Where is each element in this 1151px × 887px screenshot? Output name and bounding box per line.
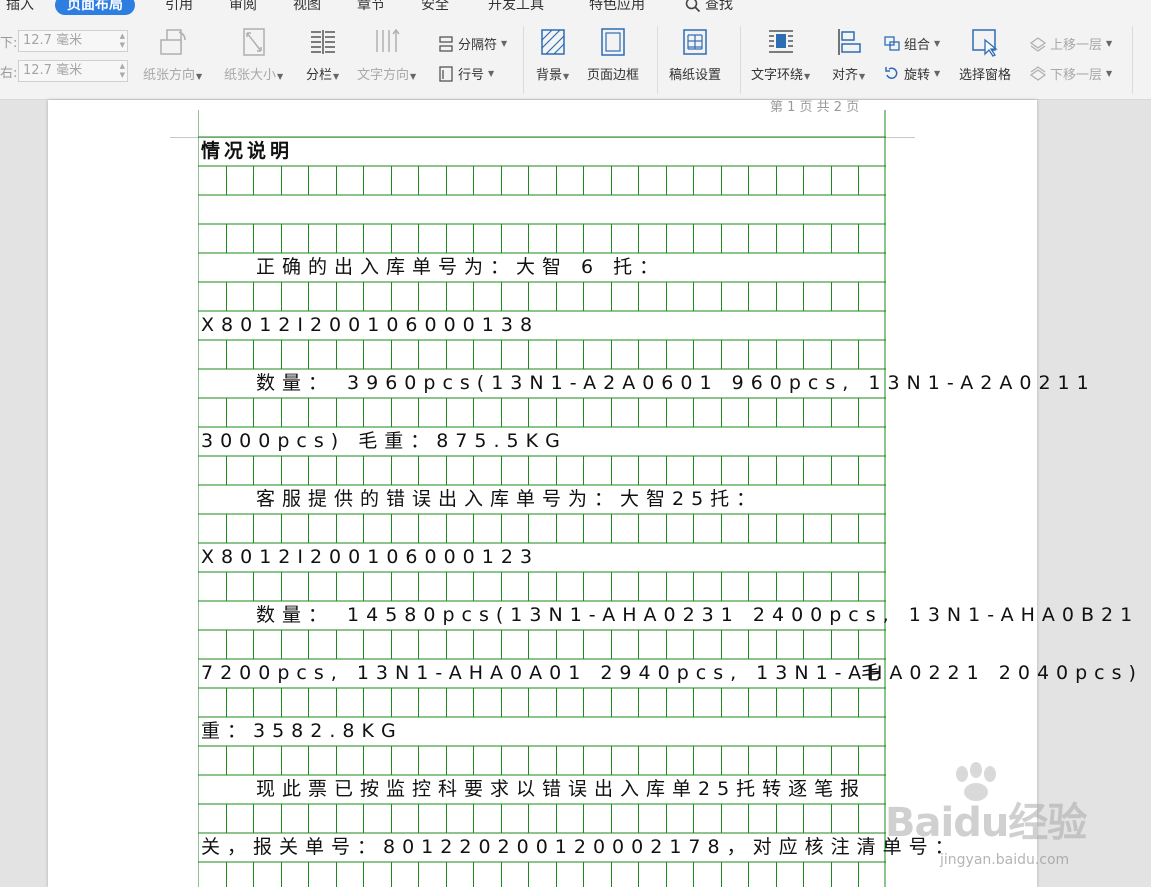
background-button[interactable]: 背景▼ (536, 26, 569, 83)
document-line: X8012I200106000138 (201, 313, 540, 336)
send-backward-button[interactable]: 下移一层 ▼ (1029, 64, 1112, 83)
document-line: 数量： 3960pcs(13N1-A2A0601 960pcs, 13N1-A2… (256, 371, 1096, 394)
selection-pane-button[interactable]: 选择窗格 (959, 26, 1011, 83)
rotate-button[interactable]: 旋转 ▼ (883, 64, 940, 83)
paper-size-button[interactable]: 纸张大小▼ (224, 26, 283, 83)
tab-search[interactable]: 查找 (685, 0, 733, 15)
tab-security[interactable]: 安全 (421, 0, 449, 15)
line-numbers-icon (439, 65, 453, 82)
group-button[interactable]: 组合 ▼ (883, 34, 940, 53)
tab-insert[interactable]: 插入 (6, 0, 34, 15)
text-direction-button[interactable]: 文字方向▼ (357, 26, 416, 83)
breaks-label: 分隔符 (458, 38, 498, 53)
align-label: 对齐 (832, 68, 859, 83)
margin-bottom-field[interactable]: 下: 12.7 毫米 ▲ ▼ (0, 30, 128, 52)
document-line: 客服提供的错误出入库单号为：大智25托： (256, 487, 763, 510)
rotate-icon (885, 66, 898, 79)
tab-section[interactable]: 章节 (357, 0, 385, 15)
bring-forward-icon (1029, 36, 1047, 52)
group-label: 组合 (904, 38, 931, 53)
page-border-button[interactable]: 页面边框 (587, 26, 639, 83)
ribbon-tabs: 插入 页面布局 引用 审阅 视图 章节 安全 开发工具 特色应用 查找 (0, 0, 1151, 16)
bring-forward-label: 上移一层 (1050, 38, 1103, 53)
paper-size-label: 纸张大小 (224, 68, 277, 83)
baidu-jingyan-watermark: Baidu经验 jingyan.baidu.com (880, 762, 1100, 882)
document-line: 数量： 14580pcs(13N1-AHA0231 2400pcs, 13N1-… (256, 603, 1140, 626)
columns-icon (310, 30, 335, 54)
rotate-label: 旋转 (904, 68, 931, 83)
tab-view[interactable]: 视图 (293, 0, 321, 15)
send-backward-label: 下移一层 (1050, 68, 1103, 83)
columns-label: 分栏 (306, 68, 333, 83)
document-line: 关，报关单号：801220200120002178，对应核注清单号： (201, 835, 961, 858)
page-border-icon (601, 28, 625, 56)
text-direction-icon (375, 28, 400, 52)
tab-review[interactable]: 审阅 (229, 0, 257, 15)
text-wrap-label: 文字环绕 (751, 68, 804, 83)
text-wrap-button[interactable]: 文字环绕▼ (751, 26, 810, 83)
document-line: 现此票已按监控科要求以错误出入库单25托转逐笔报 (256, 777, 867, 800)
margin-bottom-label: 下: (0, 35, 18, 51)
columns-button[interactable]: 分栏▼ (306, 26, 339, 83)
send-backward-icon (1029, 65, 1047, 81)
document-line: 3000pcs) 毛重：875.5KG (201, 429, 567, 452)
tab-special-apps[interactable]: 特色应用 (589, 0, 645, 15)
margin-right-input[interactable]: 12.7 毫米 ▲ ▼ (18, 60, 128, 82)
background-icon (540, 29, 565, 55)
watermark-text: Baidu经验 (885, 800, 1087, 846)
spinner-icon[interactable]: ▲ ▼ (120, 62, 125, 80)
manuscript-settings-button[interactable]: 稿纸设置 (669, 26, 721, 83)
line-numbers-label: 行号 (458, 68, 485, 83)
margin-bottom-value: 12.7 毫米 (23, 33, 83, 48)
align-button[interactable]: 对齐▼ (832, 26, 865, 83)
toolbar-divider (740, 26, 741, 94)
selection-pane-icon (972, 29, 998, 57)
margin-right-value: 12.7 毫米 (23, 63, 83, 78)
text-wrap-icon (768, 30, 793, 53)
background-label: 背景 (536, 68, 563, 83)
document-line: 重：3582.8KG (201, 719, 403, 742)
toolbar-divider (657, 26, 658, 94)
manuscript-settings-label: 稿纸设置 (669, 68, 722, 83)
page-border-label: 页面边框 (587, 68, 640, 83)
group-icon (884, 35, 900, 51)
breaks-button[interactable]: 分隔符 ▼ (437, 34, 507, 53)
margin-right-field[interactable]: 右: 12.7 毫米 ▲ ▼ (0, 60, 128, 82)
margin-bottom-input[interactable]: 12.7 毫米 ▲ ▼ (18, 30, 128, 52)
document-line: 正确的出入库单号为：大智 6 托： (256, 255, 666, 278)
line-numbers-button[interactable]: 行号 ▼ (437, 64, 494, 83)
document-line: X8012I200106000123 (201, 545, 540, 568)
orientation-label: 纸张方向 (143, 68, 196, 83)
tab-developer[interactable]: 开发工具 (488, 0, 544, 15)
toolbar-divider (523, 26, 524, 94)
tab-references[interactable]: 引用 (165, 0, 193, 15)
document-line: 毛 (861, 661, 888, 684)
document-line: 7200pcs, 13N1-AHA0A01 2940pcs, 13N1-AHA0… (201, 661, 1143, 684)
spinner-icon[interactable]: ▲ ▼ (120, 32, 125, 50)
bring-forward-button[interactable]: 上移一层 ▼ (1029, 34, 1112, 53)
search-icon (685, 0, 701, 13)
orientation-button[interactable]: 纸张方向▼ (143, 26, 202, 83)
ribbon-toolbar: 下: 12.7 毫米 ▲ ▼ 右: 12.7 毫米 ▲ ▼ 纸张方向▼ 纸张大小▼ … (0, 16, 1151, 100)
manuscript-grid-icon (683, 29, 707, 55)
toolbar-divider (1132, 26, 1133, 94)
search-label: 查找 (705, 0, 733, 13)
orientation-icon (159, 29, 186, 55)
margin-right-label: 右: (0, 65, 18, 81)
text-direction-label: 文字方向 (357, 68, 410, 83)
align-icon (837, 29, 861, 55)
selection-pane-label: 选择窗格 (959, 68, 1012, 83)
breaks-icon (439, 35, 453, 52)
watermark-url: jingyan.baidu.com (940, 852, 1070, 868)
document-line: 情况说明 (201, 139, 294, 162)
tab-page-layout[interactable]: 页面布局 (55, 0, 135, 15)
paper-size-icon (242, 28, 265, 56)
manuscript-grid[interactable]: 情况说明正确的出入库单号为：大智 6 托： X8012I200106000138 数… (198, 110, 1136, 887)
